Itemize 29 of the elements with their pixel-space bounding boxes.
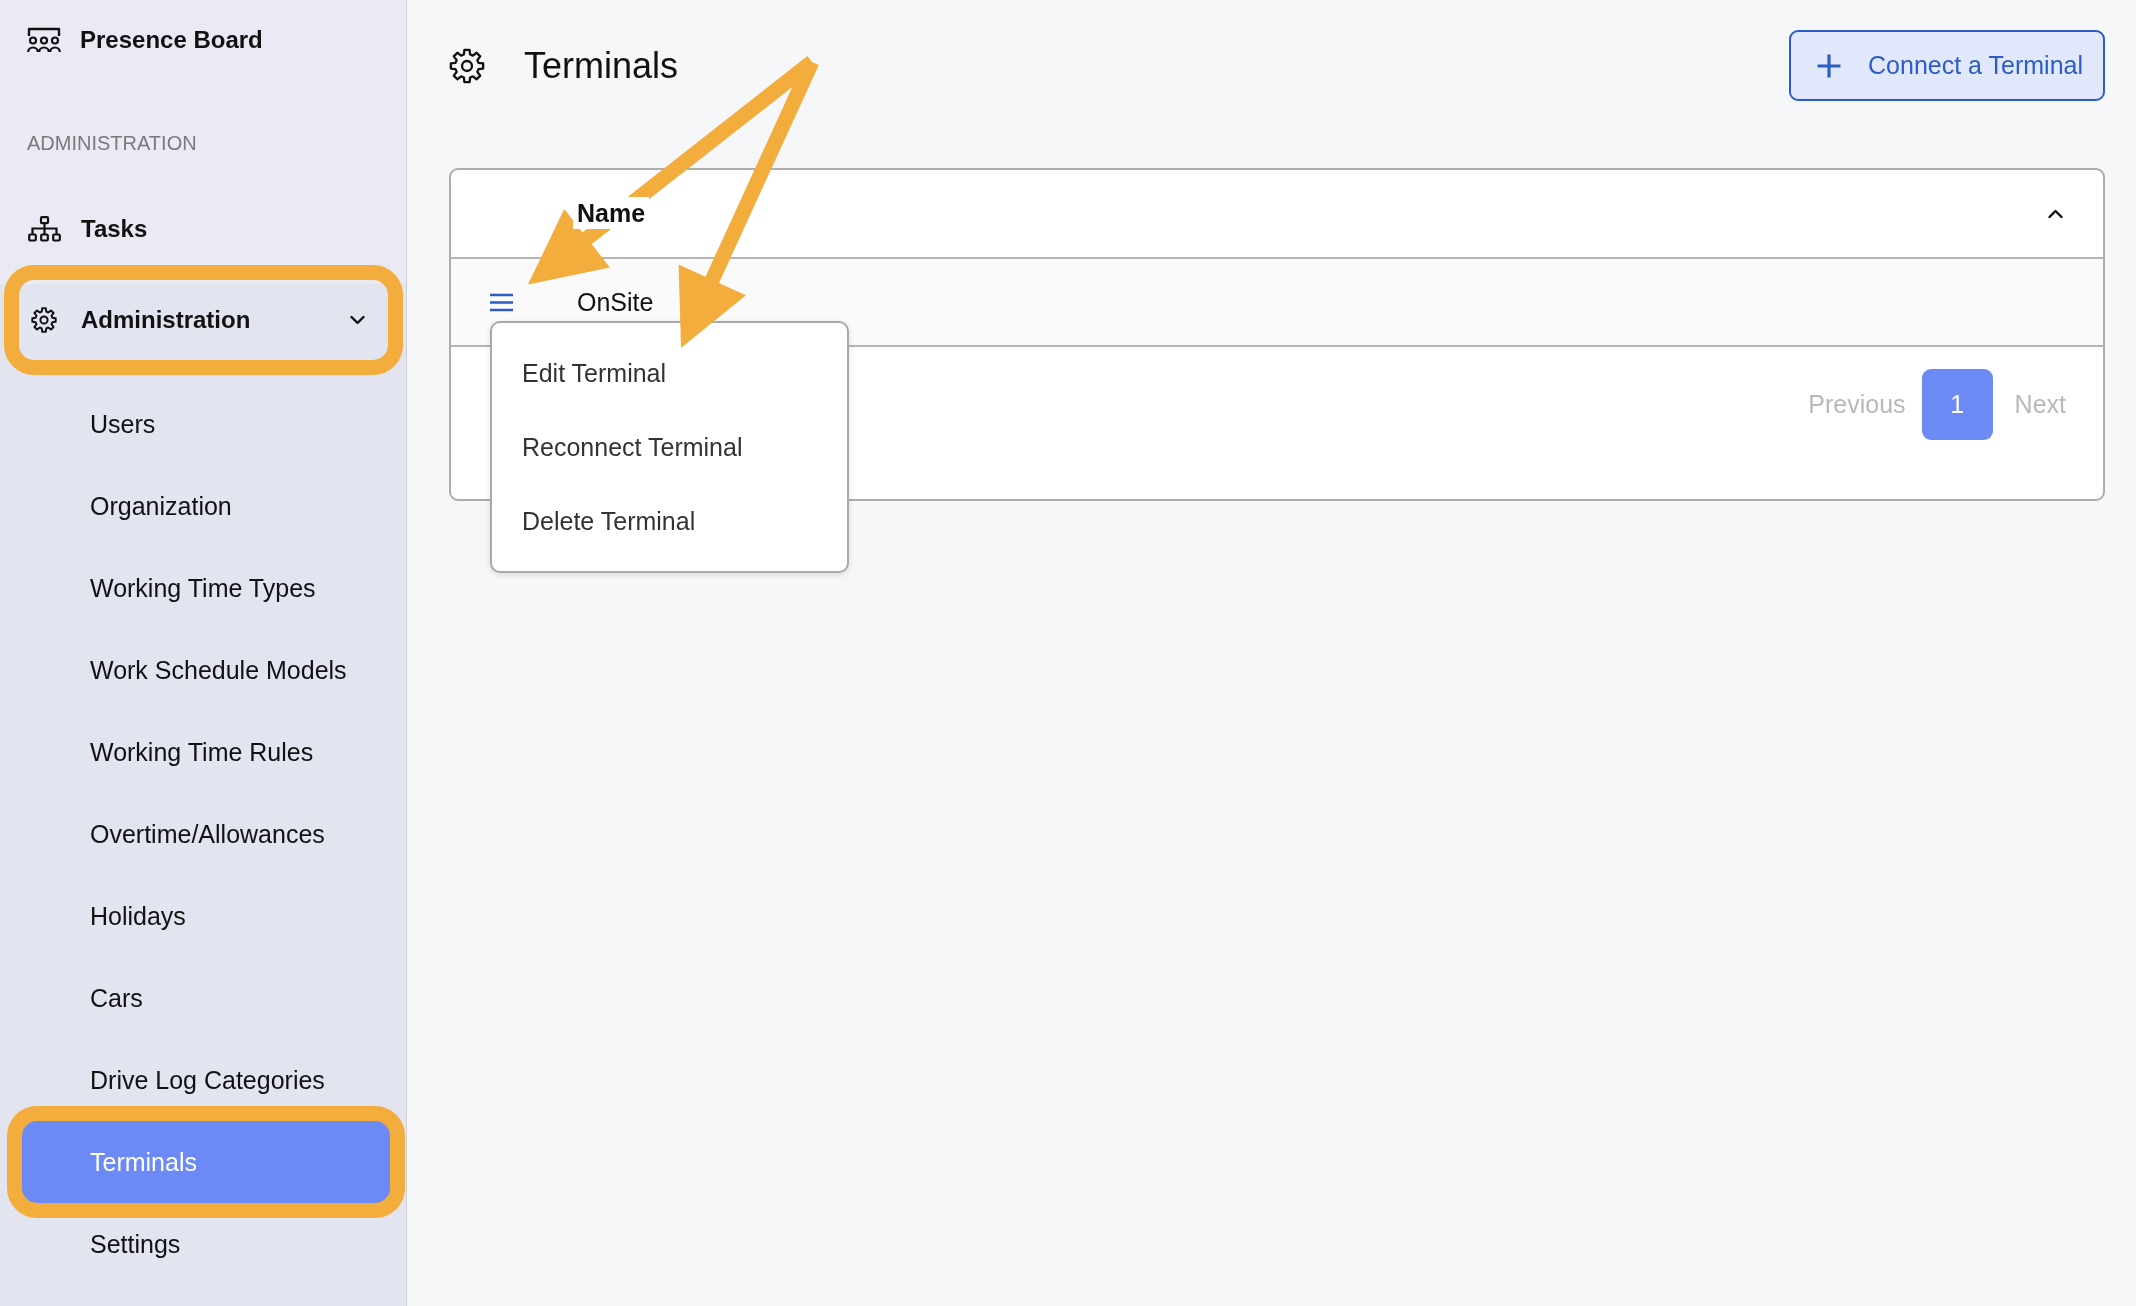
nav-item[interactable]: Drive Log Categories: [0, 1055, 406, 1105]
section-label: ADMINISTRATION: [27, 131, 197, 155]
nav-item[interactable]: Holidays: [0, 891, 406, 941]
connect-terminal-button[interactable]: Connect a Terminal: [1789, 30, 2105, 101]
nav-item[interactable]: Working Time Types: [0, 563, 406, 613]
gear-icon: [31, 307, 57, 333]
menu-icon: [490, 292, 513, 312]
people-icon: [27, 27, 61, 53]
nav-item[interactable]: Working Time Rules: [0, 727, 406, 777]
menu-item[interactable]: Reconnect Terminal: [492, 410, 847, 484]
app-title: Presence Board: [80, 26, 263, 54]
chevron-up-icon[interactable]: [2048, 208, 2063, 219]
page-title: Terminals: [524, 44, 679, 87]
table-cell-text: OnSite: [577, 287, 655, 317]
nav-item[interactable]: Cars: [0, 973, 406, 1023]
hierarchy-icon: [27, 216, 61, 242]
gear-icon: [449, 47, 485, 84]
nav-item[interactable]: Work Schedule Models: [0, 645, 406, 695]
nav-item[interactable]: Settings: [0, 1219, 406, 1269]
nav-item[interactable]: Organization: [0, 481, 406, 531]
plus-icon: [1816, 52, 1843, 79]
nav-item[interactable]: Administration: [4, 265, 403, 375]
menu-item[interactable]: Edit Terminal: [492, 336, 847, 410]
nav-item[interactable]: Users: [0, 399, 406, 449]
nav-item[interactable]: Overtime/Allowances: [0, 809, 406, 859]
column-header: Name: [573, 197, 650, 229]
nav-item[interactable]: Tasks: [0, 193, 406, 265]
row-menu-button[interactable]: [490, 292, 513, 312]
menu-item[interactable]: Delete Terminal: [492, 484, 847, 558]
